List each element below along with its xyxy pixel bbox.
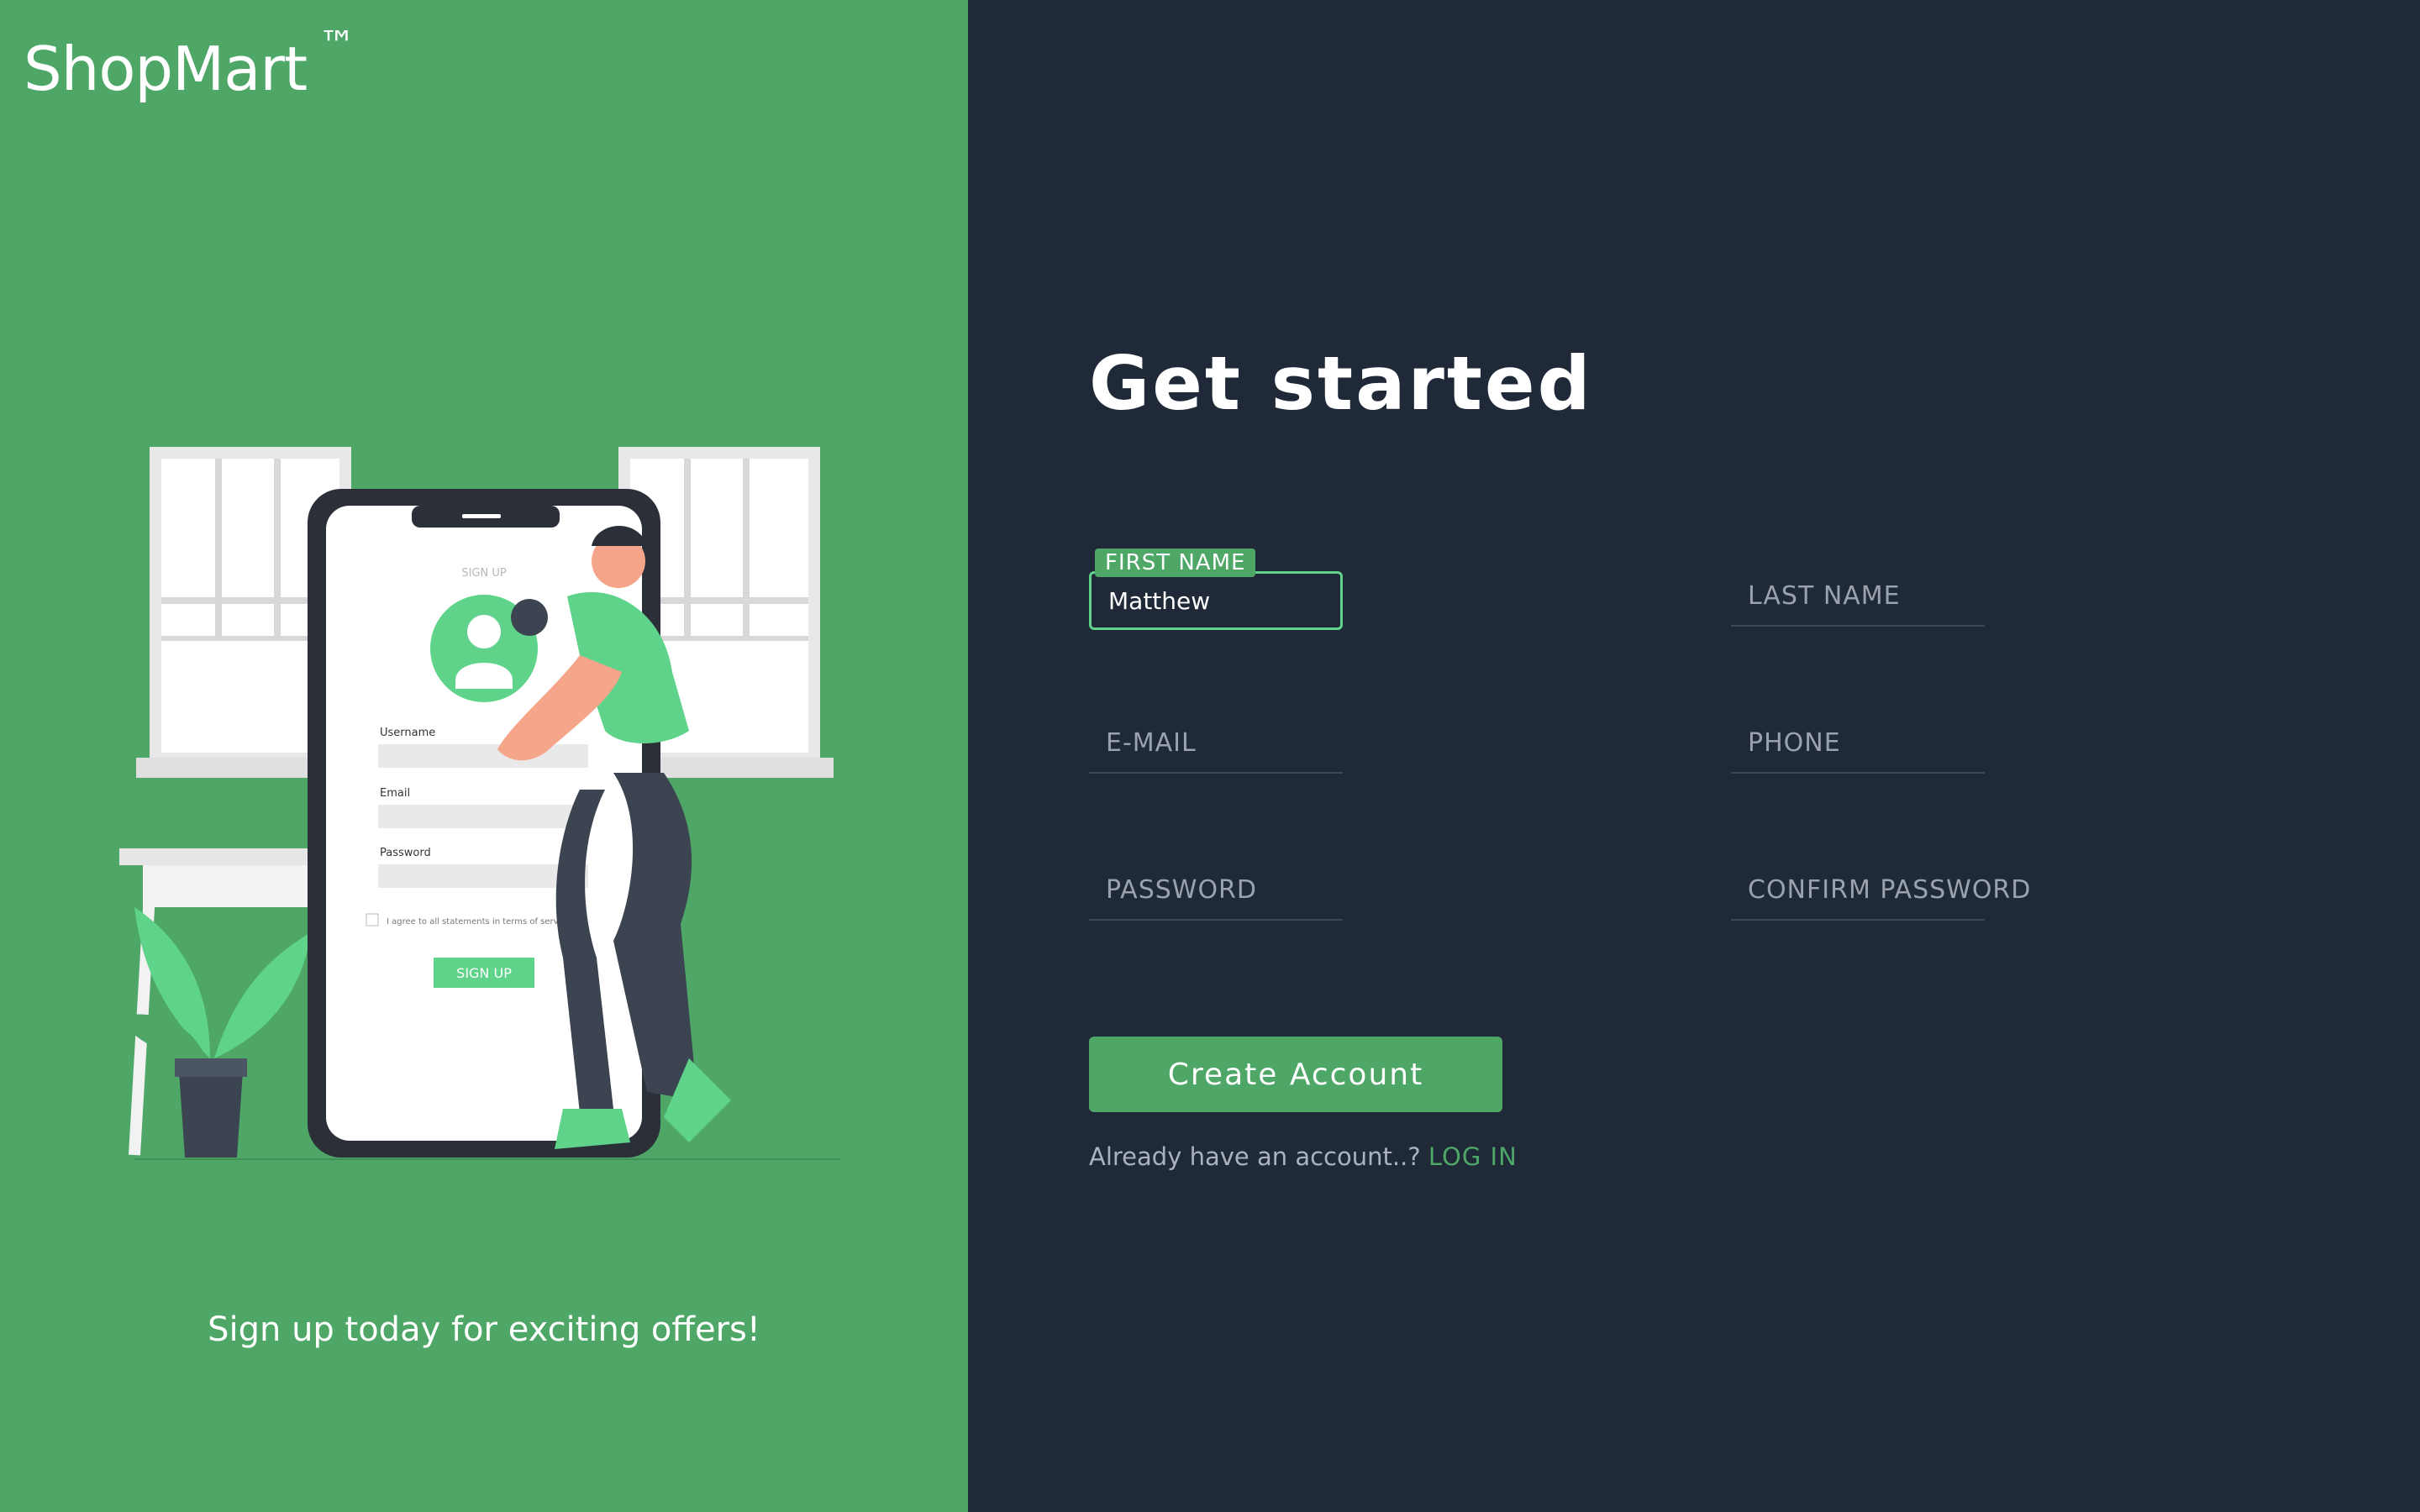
promo-tagline: Sign up today for exciting offers!	[208, 1310, 760, 1349]
svg-text:SIGN UP: SIGN UP	[456, 965, 512, 981]
login-prompt-row: Already have an account..? LOG IN	[1089, 1142, 1518, 1171]
first-name-label: FIRST NAME	[1095, 549, 1256, 577]
password-placeholder: PASSWORD	[1106, 875, 1258, 905]
login-link[interactable]: LOG IN	[1428, 1142, 1518, 1171]
plant-icon	[118, 907, 319, 1158]
svg-text:Password: Password	[380, 847, 431, 859]
password-field[interactable]: PASSWORD	[1089, 862, 1343, 921]
field-underline	[1731, 625, 1985, 627]
field-underline	[1089, 919, 1343, 921]
signup-panel: Get started FIRST NAME Matthew LAST NAME…	[968, 0, 2420, 1512]
create-account-button[interactable]: Create Account	[1089, 1037, 1502, 1112]
first-name-field[interactable]: FIRST NAME Matthew	[1089, 549, 1343, 630]
login-prompt-text: Already have an account..?	[1089, 1142, 1421, 1171]
email-field[interactable]: E-MAIL	[1089, 715, 1343, 774]
last-name-placeholder: LAST NAME	[1748, 581, 1901, 611]
field-underline	[1731, 919, 1985, 921]
page-title: Get started	[1089, 340, 1593, 427]
svg-text:I agree to all statements in t: I agree to all statements in terms of se…	[387, 917, 571, 927]
confirm-password-placeholder: CONFIRM PASSWORD	[1748, 875, 2032, 905]
field-underline	[1089, 772, 1343, 774]
signup-illustration: SIGN UP Username Email Password I agree …	[118, 447, 840, 1160]
field-underline	[1731, 772, 1985, 774]
brand-name: ShopMart	[24, 34, 308, 104]
first-name-value: Matthew	[1108, 587, 1211, 615]
svg-text:Username: Username	[380, 727, 435, 739]
brand-logo: ShopMart ™	[24, 24, 355, 104]
promo-panel: ShopMart ™ SIGN UP Username Email Passwo…	[0, 0, 968, 1512]
trademark-symbol: ™	[318, 24, 355, 66]
phone-field[interactable]: PHONE	[1731, 715, 1985, 774]
svg-text:Email: Email	[380, 787, 410, 800]
last-name-field[interactable]: LAST NAME	[1731, 568, 1985, 627]
email-placeholder: E-MAIL	[1106, 728, 1197, 758]
confirm-password-field[interactable]: CONFIRM PASSWORD	[1731, 862, 2030, 921]
svg-text:SIGN UP: SIGN UP	[461, 567, 507, 580]
phone-placeholder: PHONE	[1748, 728, 1841, 758]
